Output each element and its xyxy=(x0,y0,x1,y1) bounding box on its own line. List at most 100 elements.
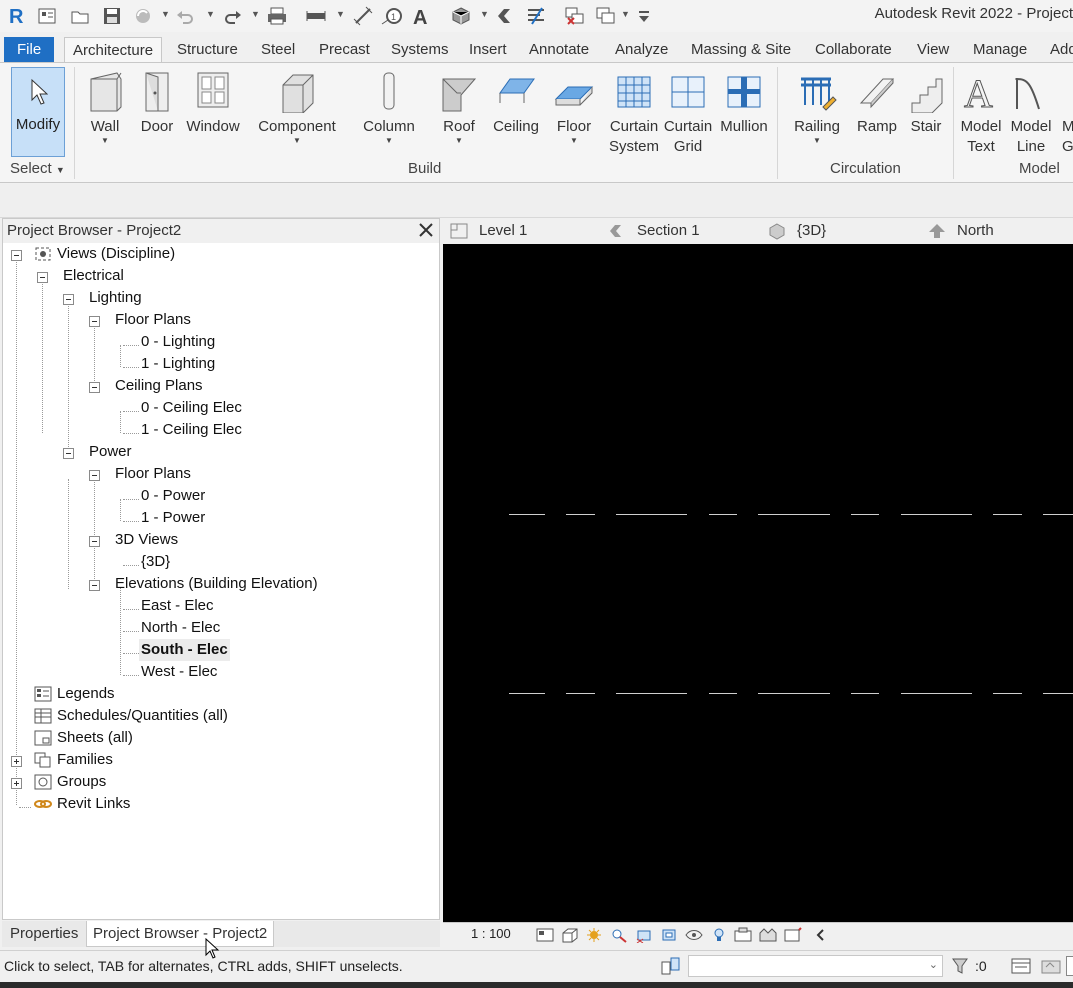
collapse-arrow-icon[interactable] xyxy=(812,927,830,943)
revit-logo-icon[interactable]: R xyxy=(6,5,28,27)
tree-view-item[interactable]: 1 - Power xyxy=(141,507,205,529)
print-icon[interactable] xyxy=(266,5,288,27)
tree-view-item-selected[interactable]: South - Elec xyxy=(139,639,230,661)
tree-view-item[interactable]: 0 - Ceiling Elec xyxy=(141,397,242,419)
modify-button[interactable]: Modify xyxy=(11,67,65,157)
collapse-toggle[interactable] xyxy=(11,250,22,261)
default-3d-view-icon[interactable] xyxy=(450,5,472,27)
roof-button[interactable]: Roof ▼ xyxy=(438,65,480,145)
select-links-icon[interactable] xyxy=(1040,956,1062,976)
tree-floor-plans[interactable]: Floor Plans xyxy=(115,463,191,485)
model-group-button[interactable]: MG xyxy=(1062,65,1073,157)
tree-families[interactable]: Families xyxy=(57,749,113,771)
measure-dropdown-icon[interactable]: ▼ xyxy=(336,9,345,19)
tab-project-browser[interactable]: Project Browser - Project2 xyxy=(86,921,275,947)
window-button[interactable]: Window xyxy=(184,65,242,137)
tag-icon[interactable]: 1 xyxy=(381,5,403,27)
railing-button[interactable]: Railing ▼ xyxy=(790,65,844,145)
tree-floor-plans[interactable]: Floor Plans xyxy=(115,309,191,331)
aligned-dimension-icon[interactable] xyxy=(352,5,374,27)
column-button[interactable]: Column ▼ xyxy=(362,65,416,145)
tree-view-item[interactable]: 0 - Lighting xyxy=(141,331,215,353)
tree-schedules[interactable]: Schedules/Quantities (all) xyxy=(57,705,228,727)
close-icon[interactable] xyxy=(417,221,435,239)
tab-analyze[interactable]: Analyze xyxy=(607,37,676,63)
collapse-toggle[interactable] xyxy=(63,448,74,459)
view-scale[interactable]: 1 : 100 xyxy=(471,926,511,941)
tree-electrical[interactable]: Electrical xyxy=(63,265,124,287)
view-tab-3d[interactable]: {3D} xyxy=(767,218,826,244)
door-button[interactable]: Door xyxy=(137,65,177,137)
model-line-button[interactable]: Model Line xyxy=(1008,65,1054,157)
worksets-icon[interactable] xyxy=(660,956,682,976)
temporary-hide-icon[interactable] xyxy=(685,927,703,943)
collapse-toggle[interactable] xyxy=(89,470,100,481)
workset-dropdown[interactable]: ⌄ xyxy=(688,955,943,977)
visual-style-icon[interactable] xyxy=(561,927,579,943)
sun-path-icon[interactable] xyxy=(585,927,603,943)
tree-view-item[interactable]: West - Elec xyxy=(141,661,217,683)
undo-icon[interactable] xyxy=(174,5,196,27)
tab-add-ins[interactable]: Add xyxy=(1042,37,1073,63)
close-hidden-windows-icon[interactable] xyxy=(564,5,586,27)
section-icon[interactable] xyxy=(494,5,516,27)
highlight-displacement-icon[interactable] xyxy=(784,927,802,943)
tree-view-item[interactable]: East - Elec xyxy=(141,595,214,617)
editable-only-icon[interactable] xyxy=(1010,956,1032,976)
tab-annotate[interactable]: Annotate xyxy=(521,37,597,63)
temporary-view-properties-icon[interactable] xyxy=(734,927,752,943)
tree-legends[interactable]: Legends xyxy=(57,683,115,705)
model-text-button[interactable]: A Model Text xyxy=(958,65,1004,157)
tree-views-discipline[interactable]: Views (Discipline) xyxy=(57,243,175,265)
expand-toggle[interactable] xyxy=(11,778,22,789)
thin-lines-icon[interactable] xyxy=(525,5,547,27)
crop-view-icon[interactable] xyxy=(635,927,653,944)
undo-dropdown-icon[interactable]: ▼ xyxy=(206,9,215,19)
tab-collaborate[interactable]: Collaborate xyxy=(807,37,900,63)
sync-icon[interactable] xyxy=(132,5,154,27)
tree-ceiling-plans[interactable]: Ceiling Plans xyxy=(115,375,203,397)
tree-view-item[interactable]: 1 - Ceiling Elec xyxy=(141,419,242,441)
tab-properties[interactable]: Properties xyxy=(4,921,84,947)
tree-groups[interactable]: Groups xyxy=(57,771,106,793)
tree-lighting[interactable]: Lighting xyxy=(89,287,142,309)
tab-precast[interactable]: Precast xyxy=(311,37,378,63)
sync-dropdown-icon[interactable]: ▼ xyxy=(161,9,170,19)
mullion-button[interactable]: Mullion xyxy=(716,65,772,137)
tree-elevations[interactable]: Elevations (Building Elevation) xyxy=(115,573,318,595)
switch-windows-icon[interactable] xyxy=(595,5,617,27)
tab-systems[interactable]: Systems xyxy=(383,37,457,63)
tab-manage[interactable]: Manage xyxy=(965,37,1035,63)
reveal-hidden-icon[interactable] xyxy=(710,927,728,943)
component-button[interactable]: Component ▼ xyxy=(256,65,338,145)
home-icon[interactable] xyxy=(36,5,58,27)
crop-region-icon[interactable] xyxy=(660,927,678,943)
redo-dropdown-icon[interactable]: ▼ xyxy=(251,9,260,19)
tree-power[interactable]: Power xyxy=(89,441,132,463)
tab-massing-site[interactable]: Massing & Site xyxy=(683,37,799,63)
tree-view-item[interactable]: 1 - Lighting xyxy=(141,353,215,375)
tab-structure[interactable]: Structure xyxy=(169,37,246,63)
tree-view-item[interactable]: 0 - Power xyxy=(141,485,205,507)
collapse-toggle[interactable] xyxy=(89,580,100,591)
customize-qat-icon[interactable] xyxy=(633,5,655,27)
select-panel-label[interactable]: Select ▼ xyxy=(10,160,65,177)
select-underlay-icon[interactable] xyxy=(1066,956,1073,976)
tree-sheets[interactable]: Sheets (all) xyxy=(57,727,133,749)
view-tab-level-1[interactable]: Level 1 xyxy=(449,218,527,244)
tree-revit-links[interactable]: Revit Links xyxy=(57,793,130,815)
drawing-canvas[interactable] xyxy=(443,244,1073,922)
tree-view-item[interactable]: {3D} xyxy=(141,551,170,573)
curtain-grid-button[interactable]: Curtain Grid xyxy=(662,65,714,157)
tab-insert[interactable]: Insert xyxy=(461,37,515,63)
view-tab-north[interactable]: North xyxy=(927,218,994,244)
collapse-toggle[interactable] xyxy=(89,382,100,393)
curtain-system-button[interactable]: Curtain System xyxy=(606,65,662,157)
floor-button[interactable]: Floor ▼ xyxy=(552,65,596,145)
save-icon[interactable] xyxy=(101,5,123,27)
ceiling-button[interactable]: Ceiling xyxy=(490,65,542,137)
analytical-model-icon[interactable] xyxy=(759,927,777,943)
tab-view[interactable]: View xyxy=(909,37,957,63)
open-icon[interactable] xyxy=(70,5,92,27)
collapse-toggle[interactable] xyxy=(89,316,100,327)
